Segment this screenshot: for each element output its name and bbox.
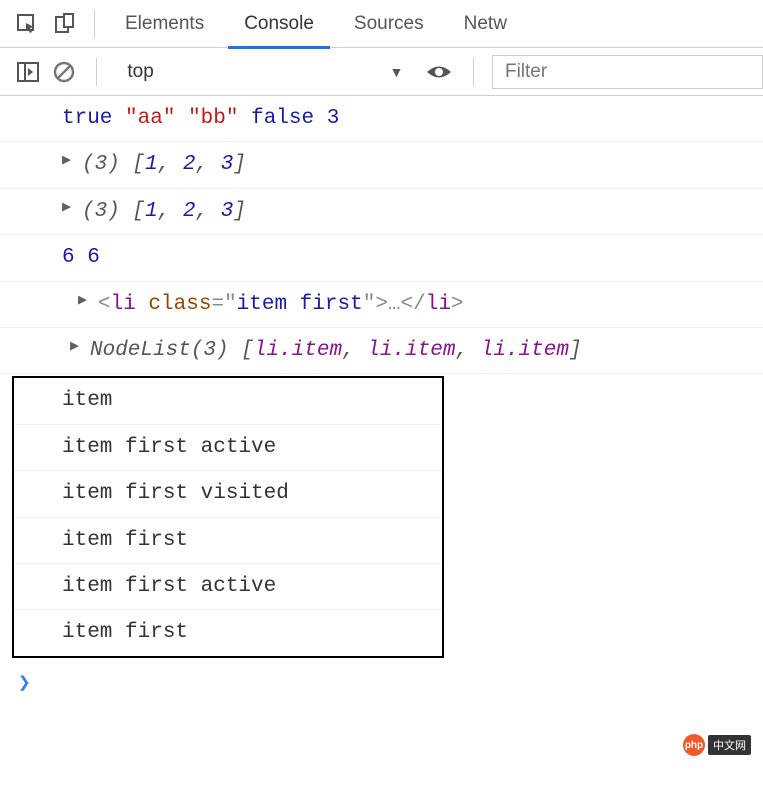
- divider: [473, 58, 474, 86]
- context-label: top: [127, 61, 153, 83]
- console-sidebar-toggle[interactable]: [14, 56, 42, 88]
- tab-console[interactable]: Console: [224, 0, 334, 48]
- console-log-row[interactable]: item first visited: [14, 471, 442, 517]
- watermark: php 中文网: [683, 734, 751, 756]
- console-log-row[interactable]: item: [14, 378, 442, 424]
- divider: [94, 10, 95, 38]
- console-log-row[interactable]: true "aa" "bb" false 3: [0, 96, 763, 142]
- expand-toggle-icon[interactable]: ▶: [62, 150, 71, 171]
- divider: [96, 58, 97, 86]
- console-log-row[interactable]: item first active: [14, 564, 442, 610]
- devtools-tab-bar: Elements Console Sources Netw: [0, 0, 763, 48]
- tab-elements[interactable]: Elements: [105, 0, 224, 48]
- console-log-row[interactable]: item first: [14, 610, 442, 655]
- watermark-logo: php: [683, 734, 705, 756]
- execution-context-select[interactable]: top ▼: [115, 55, 415, 89]
- console-log-row[interactable]: ▶NodeList(3) [li.item, li.item, li.item]: [0, 328, 763, 374]
- clear-icon: [53, 61, 75, 83]
- tab-label: Console: [244, 13, 314, 35]
- console-log-row[interactable]: 6 6: [0, 235, 763, 281]
- device-icon: [54, 13, 76, 35]
- expand-toggle-icon[interactable]: ▶: [62, 197, 71, 218]
- tab-network[interactable]: Netw: [444, 0, 527, 48]
- watermark-text: 中文网: [708, 735, 751, 755]
- live-expression-button[interactable]: [423, 63, 455, 81]
- console-output: true "aa" "bb" false 3 ▶(3) [1, 2, 3] ▶(…: [0, 96, 763, 705]
- console-toolbar: top ▼: [0, 48, 763, 96]
- chevron-down-icon: ▼: [389, 64, 403, 80]
- console-log-row[interactable]: item first: [14, 518, 442, 564]
- tab-label: Netw: [464, 13, 507, 35]
- prompt-icon: ❯: [18, 670, 31, 694]
- eye-icon: [426, 63, 452, 81]
- console-log-row[interactable]: ▶(3) [1, 2, 3]: [0, 142, 763, 188]
- filter-input[interactable]: [492, 55, 763, 89]
- highlighted-log-group: item item first active item first visite…: [12, 376, 444, 657]
- clear-console-button[interactable]: [50, 56, 78, 88]
- tab-sources[interactable]: Sources: [334, 0, 444, 48]
- device-toolbar-button[interactable]: [46, 5, 84, 43]
- sidebar-icon: [17, 62, 39, 82]
- tab-label: Sources: [354, 13, 424, 35]
- tab-label: Elements: [125, 13, 204, 35]
- console-prompt[interactable]: ❯: [0, 660, 763, 705]
- inspect-element-button[interactable]: [8, 5, 46, 43]
- inspect-icon: [16, 13, 38, 35]
- console-log-row[interactable]: ▶<li class="item first">…</li>: [0, 282, 763, 328]
- expand-toggle-icon[interactable]: ▶: [70, 336, 79, 357]
- console-log-row[interactable]: ▶(3) [1, 2, 3]: [0, 189, 763, 235]
- expand-toggle-icon[interactable]: ▶: [78, 290, 87, 311]
- console-log-row[interactable]: item first active: [14, 425, 442, 471]
